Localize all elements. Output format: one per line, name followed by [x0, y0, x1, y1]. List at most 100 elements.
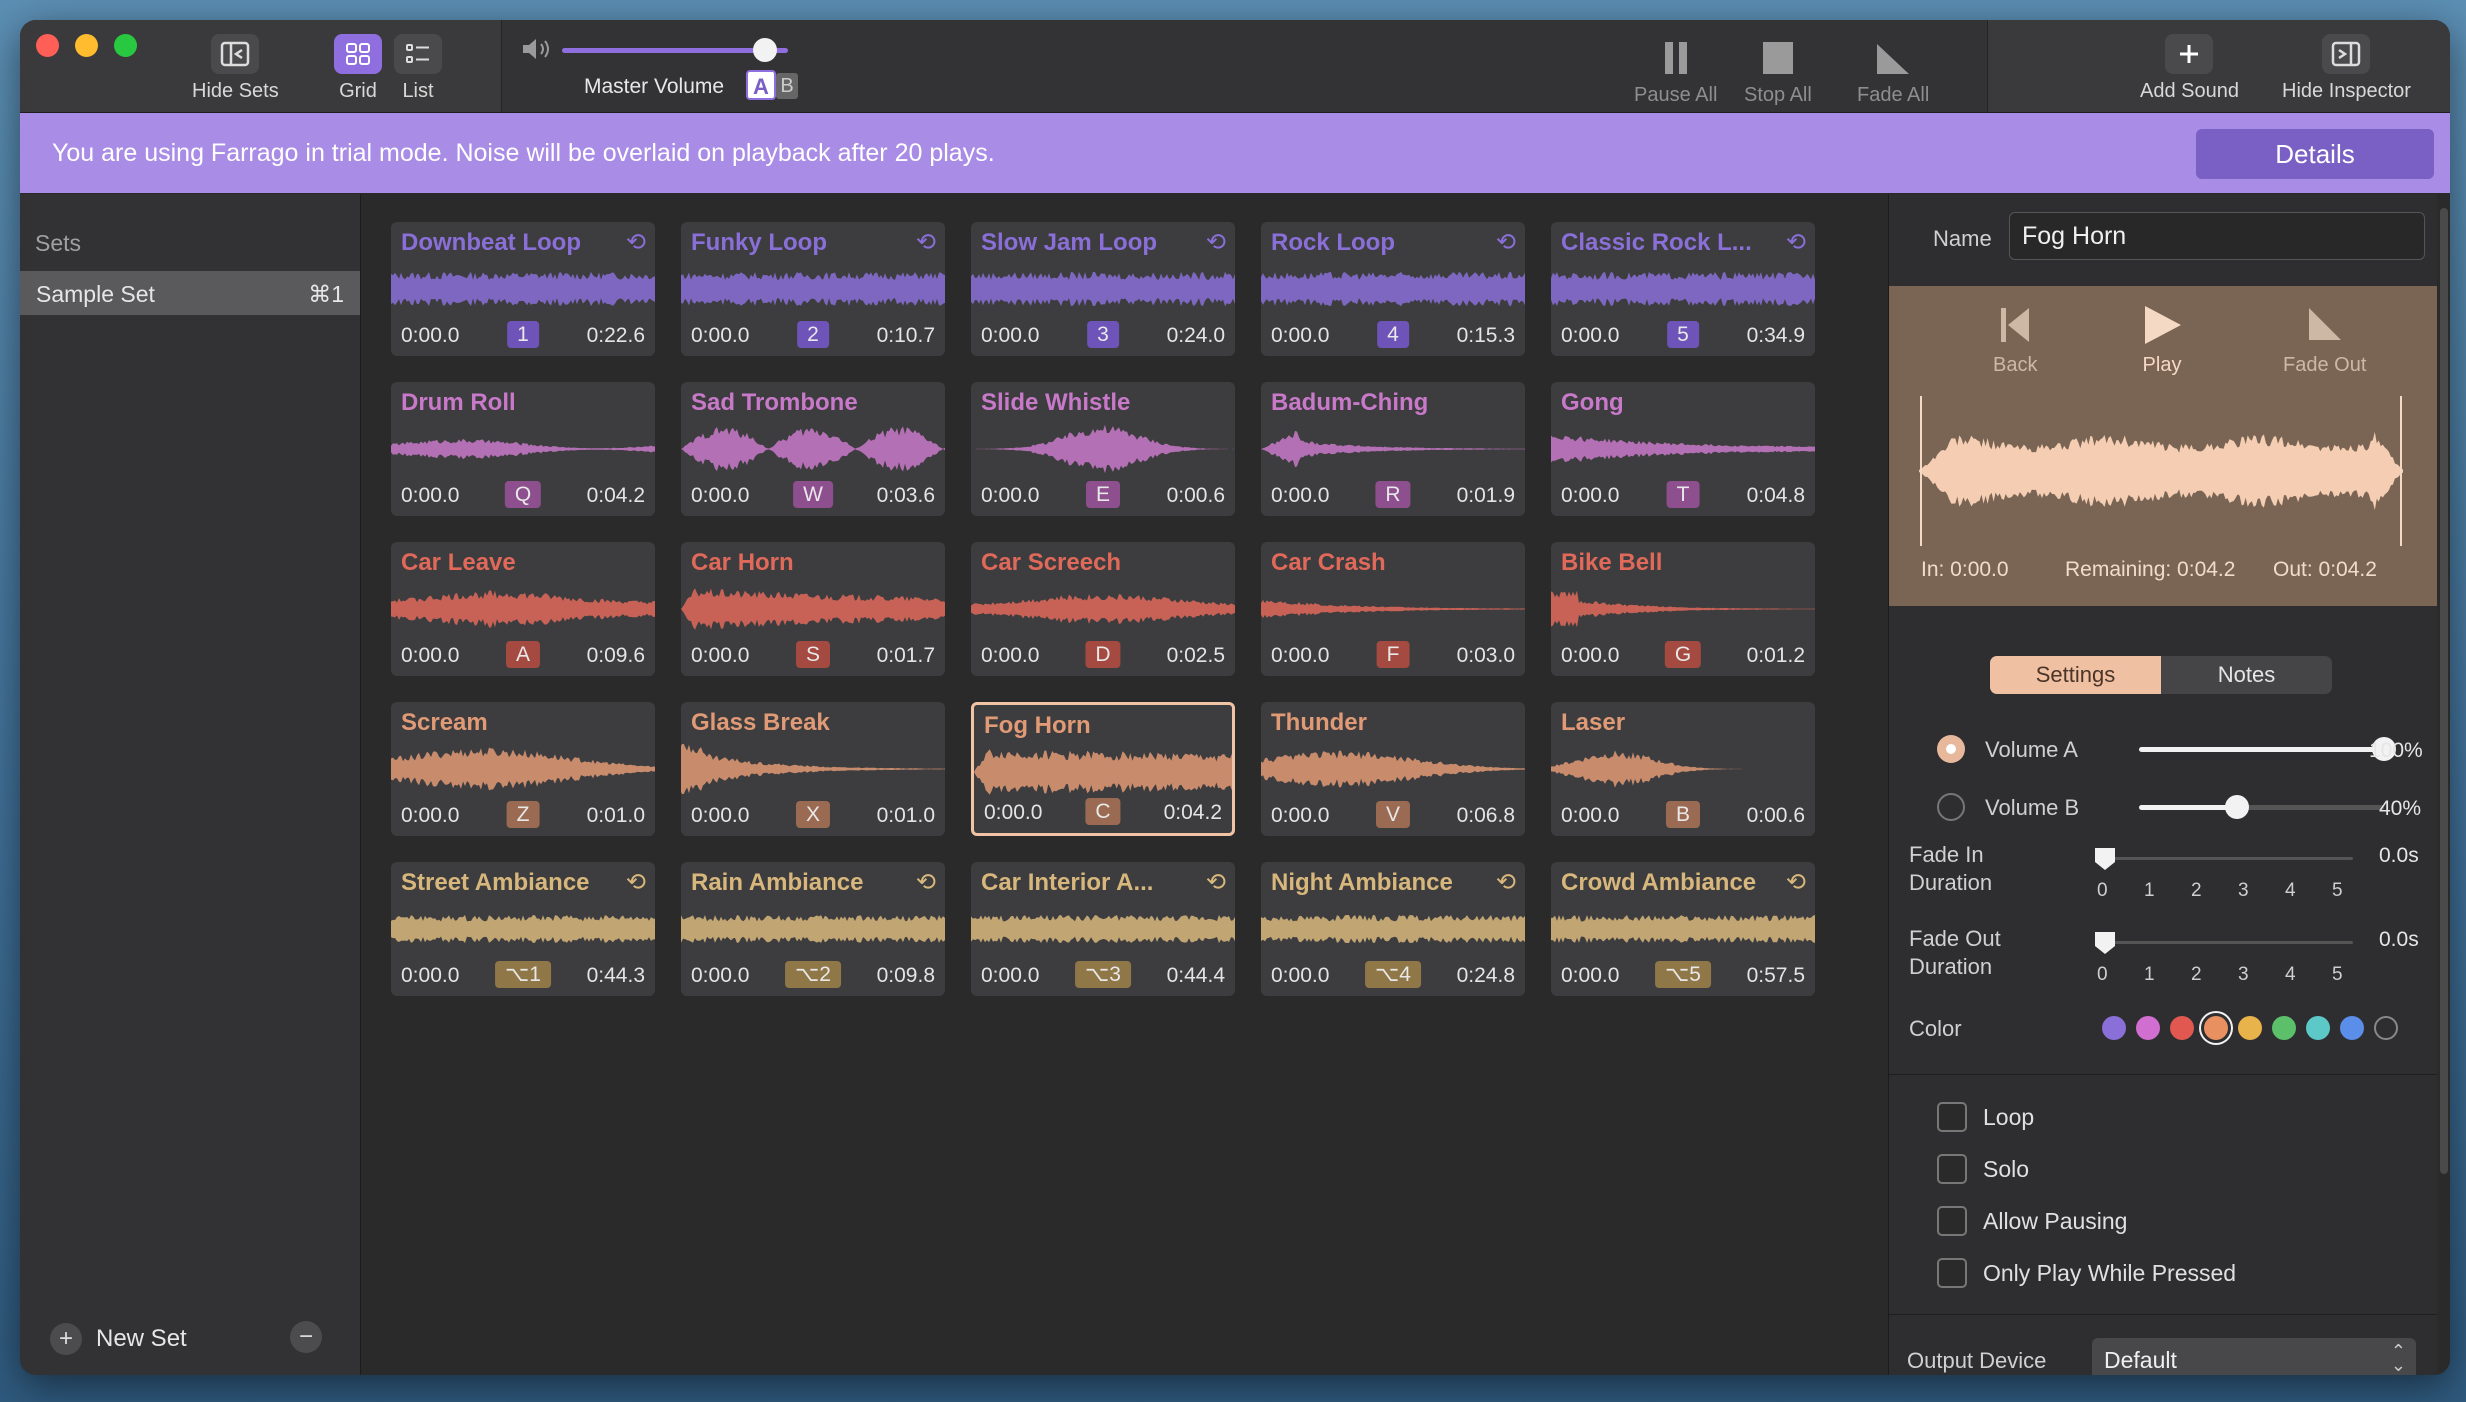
waveform-shape: [1919, 431, 2403, 511]
close-window-button[interactable]: [36, 34, 59, 57]
color-swatch[interactable]: [2272, 1016, 2296, 1040]
tab-settings[interactable]: Settings: [1990, 656, 2161, 694]
sound-tile[interactable]: Slide Whistle 0:00.0 E 0:00.6: [971, 382, 1235, 516]
color-swatch[interactable]: [2204, 1016, 2228, 1040]
tile-name: Classic Rock L...: [1561, 229, 1752, 256]
tile-duration: 0:34.9: [1746, 324, 1805, 347]
sets-heading: Sets: [35, 230, 82, 256]
play-button[interactable]: Play: [2141, 304, 2183, 377]
tab-notes[interactable]: Notes: [2161, 656, 2332, 694]
hide-inspector-button[interactable]: Hide Inspector: [2282, 34, 2411, 103]
tile-hotkey: G: [1664, 641, 1702, 668]
sound-tile[interactable]: Crowd Ambiance ⟲ 0:00.0 ⌥5 0:57.5: [1551, 862, 1815, 996]
sound-tile[interactable]: Rain Ambiance ⟲ 0:00.0 ⌥2 0:09.8: [681, 862, 945, 996]
sound-tile[interactable]: Classic Rock L... ⟲ 0:00.0 5 0:34.9: [1551, 222, 1815, 356]
color-swatch[interactable]: [2340, 1016, 2364, 1040]
tile-duration: 0:04.2: [1163, 801, 1222, 824]
zoom-window-button[interactable]: [114, 34, 137, 57]
color-swatch[interactable]: [2102, 1016, 2126, 1040]
color-swatch[interactable]: [2238, 1016, 2262, 1040]
sound-tile[interactable]: Night Ambiance ⟲ 0:00.0 ⌥4 0:24.8: [1261, 862, 1525, 996]
tile-hotkey: R: [1375, 481, 1411, 508]
stop-all-button[interactable]: Stop All: [1744, 38, 1812, 107]
player-waveform[interactable]: [1919, 396, 2403, 546]
fade-in-track[interactable]: [2105, 857, 2353, 860]
new-set-button[interactable]: + New Set: [50, 1323, 187, 1355]
tick-label: 1: [2144, 880, 2155, 901]
minimize-window-button[interactable]: [75, 34, 98, 57]
fade-out-track[interactable]: [2105, 941, 2353, 944]
scrollbar-thumb[interactable]: [2440, 208, 2448, 1174]
tile-waveform: [1261, 915, 1525, 943]
tile-hotkey: E: [1085, 481, 1121, 508]
sound-tile[interactable]: Car Leave 0:00.0 A 0:09.6: [391, 542, 655, 676]
fade-out-value: 0.0s: [2379, 928, 2419, 951]
tile-waveform: [681, 588, 945, 630]
checkbox-box[interactable]: [1937, 1102, 1967, 1132]
sound-tile[interactable]: Car Interior A... ⟲ 0:00.0 ⌥3 0:44.4: [971, 862, 1235, 996]
details-button[interactable]: Details: [2196, 129, 2434, 179]
master-volume-knob[interactable]: [753, 38, 778, 62]
hide-sets-button[interactable]: Hide Sets: [192, 34, 279, 103]
grid-view-button[interactable]: Grid: [334, 34, 382, 103]
tile-waveform: [1551, 590, 1815, 628]
sound-tile[interactable]: Car Horn 0:00.0 S 0:01.7: [681, 542, 945, 676]
sound-tile[interactable]: Car Crash 0:00.0 F 0:03.0: [1261, 542, 1525, 676]
volume-a-track[interactable]: [2139, 747, 2384, 752]
add-sound-button[interactable]: Add Sound: [2140, 34, 2239, 103]
output-device-select[interactable]: Default ⌃ ⌄: [2092, 1338, 2416, 1375]
sound-tile[interactable]: Badum-Ching 0:00.0 R 0:01.9: [1261, 382, 1525, 516]
pause-all-button[interactable]: Pause All: [1634, 38, 1717, 107]
sound-tile[interactable]: Sad Trombone 0:00.0 W 0:03.6: [681, 382, 945, 516]
tile-duration: 0:04.8: [1746, 484, 1805, 507]
settings-notes-tabs: Settings Notes: [1990, 656, 2332, 694]
ab-toggle-b[interactable]: B: [776, 73, 798, 99]
fade-out-button[interactable]: Fade Out: [2283, 304, 2366, 377]
inspector-scrollbar[interactable]: [2437, 194, 2450, 1375]
sound-tile[interactable]: Slow Jam Loop ⟲ 0:00.0 3 0:24.0: [971, 222, 1235, 356]
set-item-sample-set[interactable]: Sample Set ⌘1: [20, 271, 360, 315]
only-play-while-pressed-checkbox[interactable]: Only Play While Pressed: [1937, 1258, 2236, 1288]
sound-tile[interactable]: Glass Break 0:00.0 X 0:01.0: [681, 702, 945, 836]
fade-in-knob[interactable]: [2093, 846, 2117, 872]
tile-waveform: [391, 590, 655, 628]
back-button[interactable]: Back: [1993, 304, 2037, 377]
tile-duration: 0:44.3: [586, 964, 645, 987]
checkbox-box[interactable]: [1937, 1206, 1967, 1236]
volume-b-knob[interactable]: [2225, 795, 2249, 819]
allow-pausing-checkbox[interactable]: Allow Pausing: [1937, 1206, 2127, 1236]
loop-checkbox[interactable]: Loop: [1937, 1102, 2034, 1132]
sound-tile[interactable]: Scream 0:00.0 Z 0:01.0: [391, 702, 655, 836]
sound-tile[interactable]: Street Ambiance ⟲ 0:00.0 ⌥1 0:44.3: [391, 862, 655, 996]
waveform-shape: [971, 594, 1235, 624]
no-color-swatch[interactable]: [2374, 1016, 2398, 1040]
fade-all-button[interactable]: Fade All: [1857, 38, 1929, 107]
name-field[interactable]: [2009, 212, 2425, 260]
set-name: Sample Set: [36, 281, 155, 307]
sound-tile[interactable]: Car Screech 0:00.0 D 0:02.5: [971, 542, 1235, 676]
color-swatch[interactable]: [2170, 1016, 2194, 1040]
remove-set-button[interactable]: −: [290, 1321, 322, 1353]
fade-out-knob[interactable]: [2093, 930, 2117, 956]
sound-tile[interactable]: Thunder 0:00.0 V 0:06.8: [1261, 702, 1525, 836]
sound-tile[interactable]: Drum Roll 0:00.0 Q 0:04.2: [391, 382, 655, 516]
color-swatch[interactable]: [2136, 1016, 2160, 1040]
checkbox-box[interactable]: [1937, 1154, 1967, 1184]
ab-toggle-a[interactable]: A: [746, 70, 776, 100]
solo-checkbox[interactable]: Solo: [1937, 1154, 2029, 1184]
list-view-button[interactable]: List: [394, 34, 442, 103]
sound-tile[interactable]: Fog Horn 0:00.0 C 0:04.2: [971, 702, 1235, 836]
sound-tile[interactable]: Gong 0:00.0 T 0:04.8: [1551, 382, 1815, 516]
volume-b-radio[interactable]: [1937, 793, 1965, 821]
sound-tile[interactable]: Downbeat Loop ⟲ 0:00.0 1 0:22.6: [391, 222, 655, 356]
volume-a-radio[interactable]: [1937, 735, 1965, 763]
waveform-shape: [971, 424, 1235, 474]
checkbox-box[interactable]: [1937, 1258, 1967, 1288]
sound-tile[interactable]: Funky Loop ⟲ 0:00.0 2 0:10.7: [681, 222, 945, 356]
sound-tile[interactable]: Bike Bell 0:00.0 G 0:01.2: [1551, 542, 1815, 676]
sound-tile[interactable]: Rock Loop ⟲ 0:00.0 4 0:15.3: [1261, 222, 1525, 356]
tile-name: Car Interior A...: [981, 869, 1154, 896]
sound-tile[interactable]: Laser 0:00.0 B 0:00.6: [1551, 702, 1815, 836]
color-swatch[interactable]: [2306, 1016, 2330, 1040]
volume-b-track[interactable]: [2139, 805, 2384, 810]
